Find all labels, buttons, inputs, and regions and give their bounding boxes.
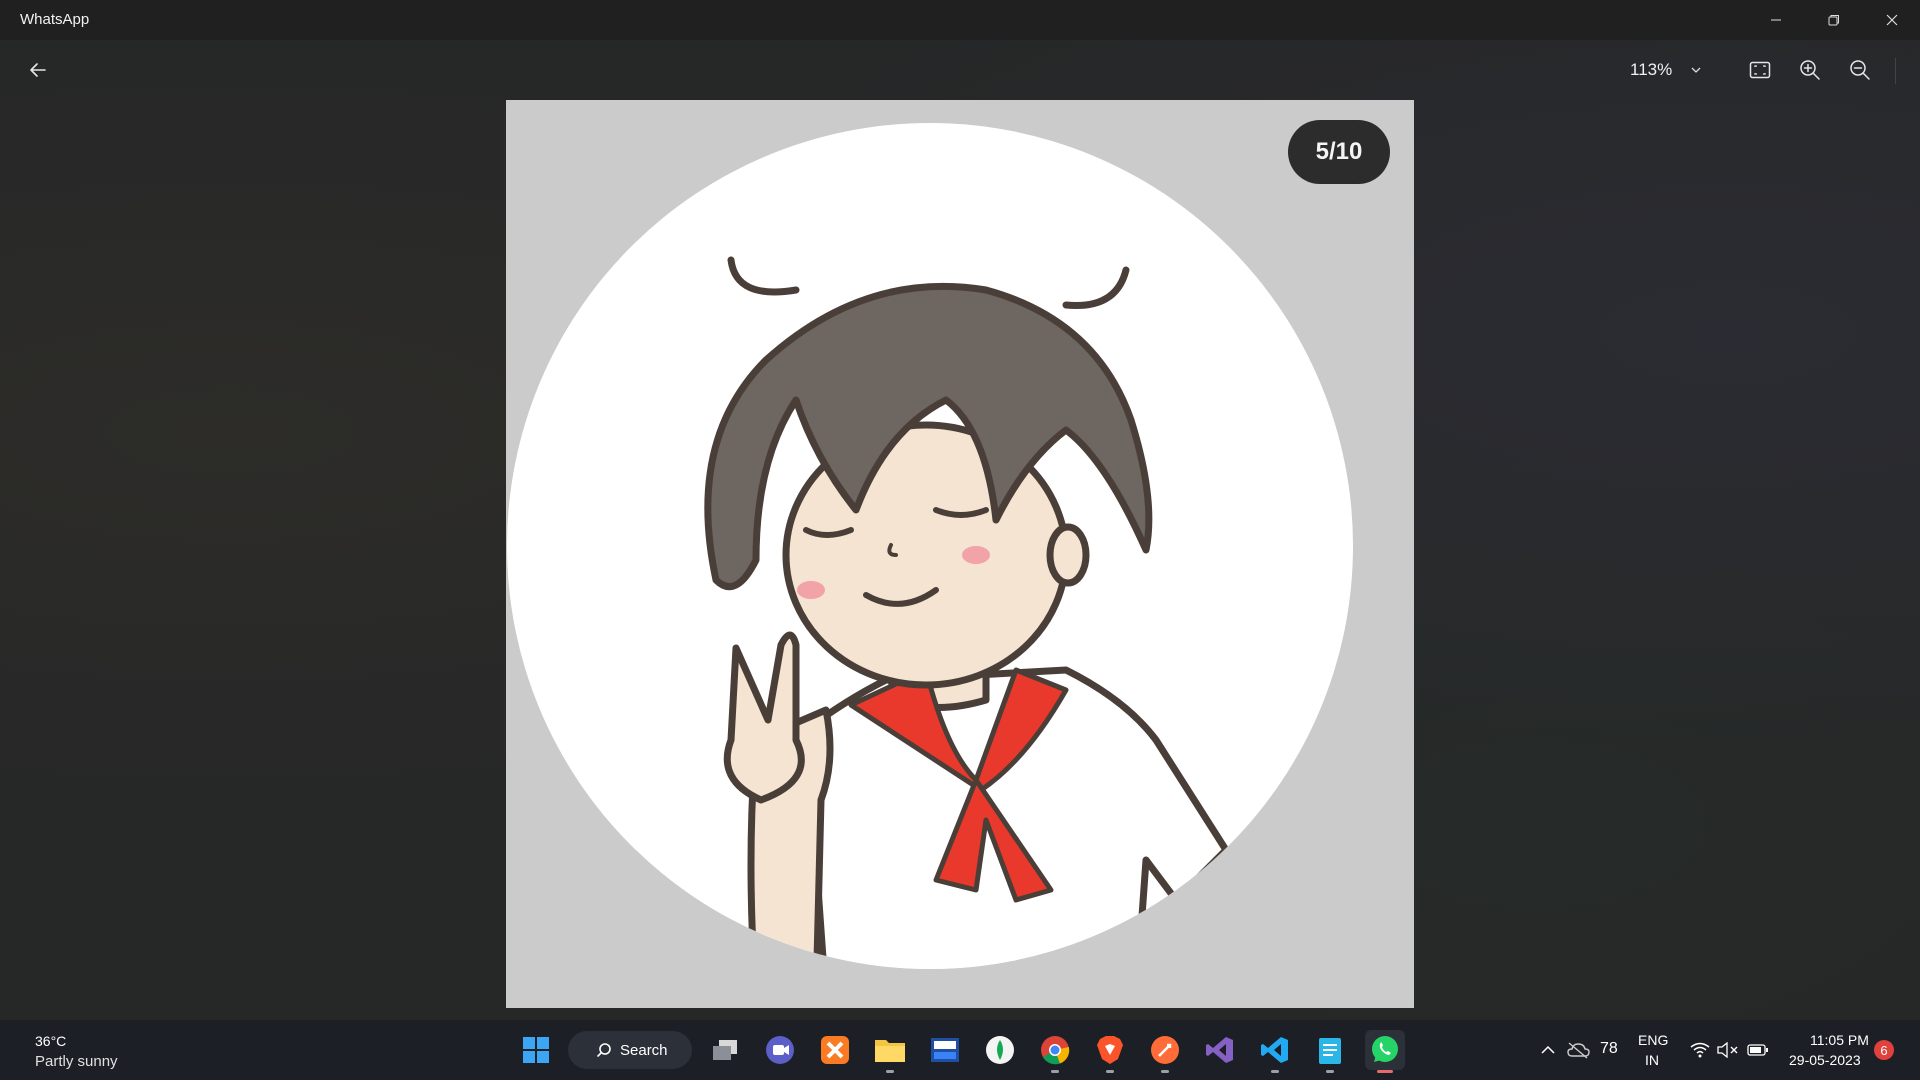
taskbar-app-brave[interactable] <box>1090 1030 1130 1073</box>
minimize-icon <box>1771 19 1781 21</box>
taskbar-app-vscode[interactable] <box>1255 1030 1295 1073</box>
cartoon-avatar-image <box>507 123 1353 969</box>
zoom-out-icon <box>1850 60 1870 80</box>
taskbar-search[interactable]: Search <box>568 1031 692 1069</box>
arrow-left-icon <box>30 63 46 77</box>
taskbar-app-visual-studio[interactable] <box>1200 1030 1240 1070</box>
toolbar-divider <box>1895 58 1896 84</box>
task-view-icon <box>713 1040 737 1060</box>
zoom-out-button[interactable] <box>1844 56 1876 84</box>
image-counter-badge: 5/10 <box>1288 120 1390 184</box>
language-line-2: IN <box>1645 1052 1659 1068</box>
running-indicator <box>1051 1070 1059 1073</box>
onedrive-button[interactable] <box>1560 1030 1596 1070</box>
taskbar-app-mongodb-compass[interactable] <box>980 1030 1020 1070</box>
brave-icon <box>1097 1036 1123 1064</box>
viewed-image: 5/10 <box>506 100 1414 1008</box>
battery-icon <box>1747 1044 1768 1056</box>
whatsapp-icon <box>1372 1036 1398 1062</box>
zoom-in-icon <box>1800 60 1820 80</box>
chevron-up-icon <box>1541 1045 1555 1054</box>
search-label: Search <box>620 1041 668 1059</box>
restore-button[interactable] <box>1806 0 1862 40</box>
clock-date: 29-05-2023 <box>1789 1052 1861 1068</box>
xampp-icon <box>821 1036 849 1064</box>
devc-icon <box>931 1038 959 1062</box>
running-indicator <box>1271 1070 1279 1073</box>
taskbar-app-devc[interactable] <box>925 1030 965 1070</box>
back-button[interactable] <box>22 56 54 84</box>
notification-badge[interactable]: 6 <box>1874 1040 1894 1060</box>
taskbar-app-postman[interactable] <box>1145 1030 1185 1073</box>
title-bar: WhatsApp <box>0 0 1920 40</box>
windows-start-icon <box>523 1037 549 1063</box>
weather-condition: Partly sunny <box>35 1053 118 1070</box>
tray-count: 78 <box>1600 1040 1618 1057</box>
minimize-button[interactable] <box>1748 0 1804 40</box>
zoom-dropdown[interactable]: 113% <box>1630 56 1702 84</box>
meet-icon <box>766 1036 794 1064</box>
zoom-in-button[interactable] <box>1794 56 1826 84</box>
taskbar-app-whatsapp[interactable] <box>1365 1030 1405 1073</box>
taskbar-app-chrome[interactable] <box>1035 1030 1075 1073</box>
vscode-icon <box>1261 1037 1288 1063</box>
visual-studio-icon <box>1206 1037 1233 1063</box>
start-button[interactable] <box>516 1030 556 1070</box>
volume-muted-icon <box>1717 1042 1738 1058</box>
running-indicator <box>1326 1070 1334 1073</box>
running-indicator <box>886 1070 894 1073</box>
postman-icon <box>1151 1036 1179 1064</box>
task-view-button[interactable] <box>705 1030 745 1070</box>
battery-button[interactable] <box>1740 1030 1776 1070</box>
language-line-1: ENG <box>1638 1032 1669 1048</box>
running-indicator <box>1106 1070 1114 1073</box>
zoom-level: 113% <box>1630 60 1673 79</box>
window-title: WhatsApp <box>20 11 90 28</box>
close-icon <box>1886 14 1898 26</box>
taskbar-app-xampp[interactable] <box>815 1030 855 1070</box>
weather-temperature: 36°C <box>35 1033 67 1049</box>
chevron-down-icon <box>1691 67 1701 73</box>
cloud-off-icon <box>1567 1042 1590 1059</box>
taskbar-app-notepad[interactable] <box>1310 1030 1350 1073</box>
fit-screen-button[interactable] <box>1744 56 1776 84</box>
mongodb-compass-icon <box>986 1036 1014 1064</box>
taskbar-app-meet[interactable] <box>760 1030 800 1070</box>
file-explorer-icon <box>875 1040 905 1062</box>
clock-time: 11:05 PM <box>1810 1032 1869 1048</box>
wifi-icon <box>1690 1042 1710 1058</box>
chrome-icon <box>1041 1036 1070 1065</box>
search-icon <box>596 1043 611 1058</box>
restore-icon <box>1828 15 1839 26</box>
notepad-icon <box>1319 1038 1341 1064</box>
close-button[interactable] <box>1864 0 1920 40</box>
taskbar-app-file-explorer[interactable] <box>870 1030 910 1073</box>
fit-screen-icon <box>1749 61 1771 79</box>
taskbar: 36°C Partly sunny Search 78 ENG IN 11:05… <box>0 1020 1920 1080</box>
running-indicator <box>1161 1070 1169 1073</box>
active-indicator <box>1377 1070 1393 1073</box>
